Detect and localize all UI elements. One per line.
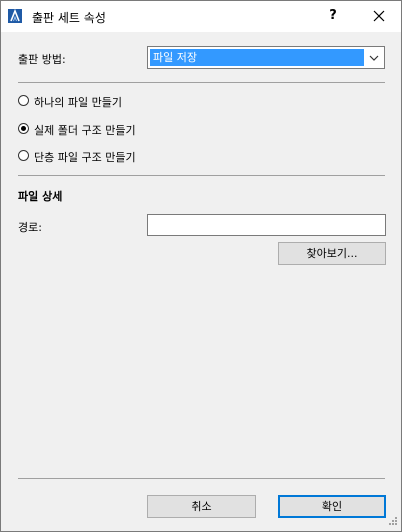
option-label: 하나의 파일 만들기 <box>34 96 122 109</box>
option-real-folder-structure[interactable]: 실제 폴더 구조 만들기 <box>18 122 218 138</box>
radio-button[interactable] <box>18 95 29 106</box>
divider <box>18 175 385 176</box>
browse-button[interactable]: 찾아보기... <box>278 242 386 265</box>
dialog-title: 출판 세트 속성 <box>32 11 106 25</box>
close-button[interactable] <box>361 3 397 30</box>
resize-grip-icon[interactable] <box>386 516 398 528</box>
help-button[interactable]: ? <box>319 5 347 27</box>
archicad-logo-icon <box>8 9 22 23</box>
option-label: 실제 폴더 구조 만들기 <box>34 124 136 137</box>
file-details-title: 파일 상세 <box>18 190 63 203</box>
option-label: 단층 파일 구조 만들기 <box>34 151 136 164</box>
publish-method-label: 출판 방법: <box>18 53 66 66</box>
publish-method-selected-value: 파일 저장 <box>150 49 364 66</box>
radio-dot <box>21 126 26 131</box>
option-flat-file-structure[interactable]: 단층 파일 구조 만들기 <box>18 149 218 165</box>
close-icon <box>373 10 385 22</box>
publish-set-properties-dialog: 출판 세트 속성 ? 출판 방법: 파일 저장 하나의 파일 만들기 실제 폴더… <box>0 0 402 532</box>
radio-button[interactable] <box>18 150 29 161</box>
path-label: 경로: <box>18 221 42 234</box>
title-bar[interactable]: 출판 세트 속성 ? <box>1 1 401 32</box>
cancel-button[interactable]: 취소 <box>147 495 256 518</box>
divider <box>18 478 385 479</box>
radio-button-selected[interactable] <box>18 123 29 134</box>
divider <box>18 82 385 83</box>
ok-button[interactable]: 확인 <box>278 495 386 518</box>
path-input[interactable] <box>147 214 386 236</box>
publish-method-select[interactable]: 파일 저장 <box>147 46 385 69</box>
option-single-file[interactable]: 하나의 파일 만들기 <box>18 94 218 110</box>
chevron-down-icon[interactable] <box>367 51 381 65</box>
